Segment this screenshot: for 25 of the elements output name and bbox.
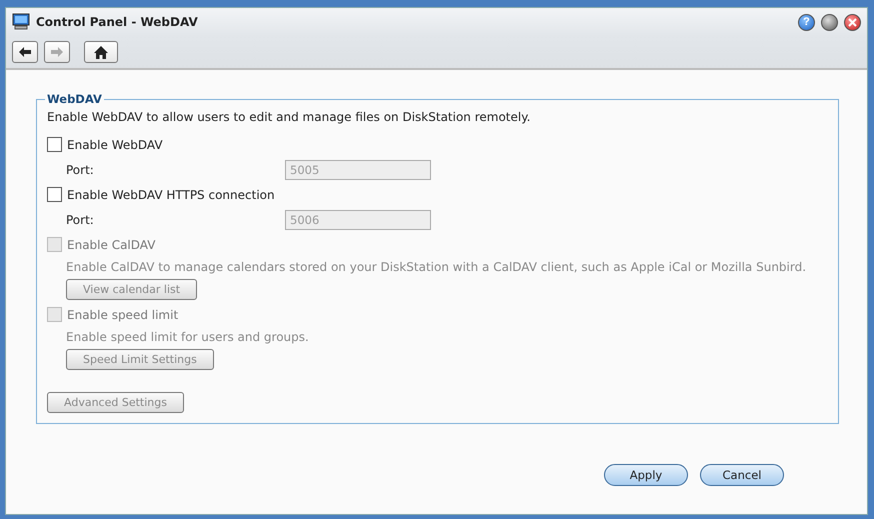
checkbox[interactable] [47,187,62,202]
checkbox-label: Enable WebDAV HTTPS connection [67,188,275,202]
apply-button[interactable]: Apply [604,464,688,486]
right-arrow-icon [50,46,64,58]
left-arrow-icon [18,46,32,58]
port-label: Port: [66,212,95,226]
checkbox-label: Enable CalDAV [67,238,156,252]
group-title: WebDAV [46,92,103,106]
port-label: Port: [66,162,95,176]
description: Enable WebDAV to allow users to edit and manage files on DiskStation remotely. [47,110,532,124]
monitor-icon [12,13,30,31]
window-title: Control Panel - WebDAV [36,15,199,29]
checkbox-label: Enable WebDAV [67,138,163,152]
checkbox-label: Enable speed limit [67,308,178,322]
cancel-button[interactable]: Cancel [700,464,784,486]
close-button[interactable] [844,14,861,30]
minimize-button[interactable] [821,14,838,30]
back-button[interactable] [12,41,38,63]
hint-text: Enable CalDAV to manage calendars stored on your DiskStation with a CalDAV client, such as Apple iCal or Mozilla Sunbird. [66,260,806,274]
help-button[interactable]: ? [798,14,815,30]
hint-text: Enable speed limit for users and groups. [66,330,309,344]
home-icon [94,46,108,58]
checkbox[interactable] [47,137,62,152]
close-icon [848,18,857,26]
home-button[interactable] [84,41,118,63]
